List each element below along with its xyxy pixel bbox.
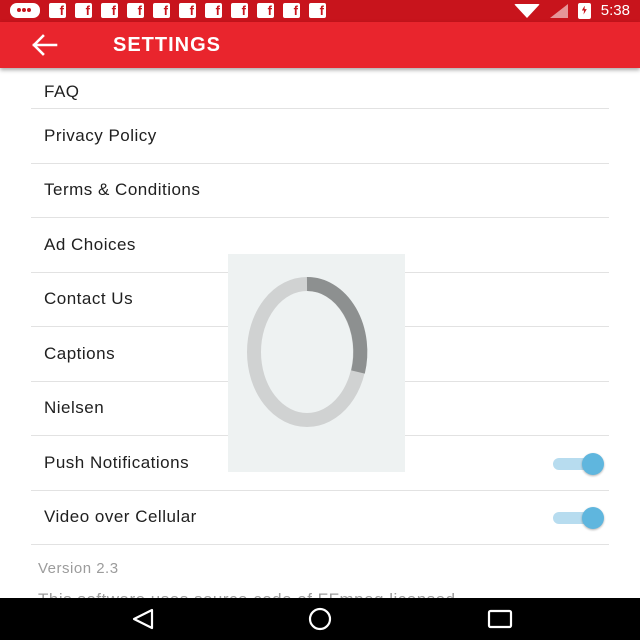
settings-item-label: Push Notifications (44, 452, 190, 472)
settings-item-label: Terms & Conditions (44, 180, 201, 200)
battery-charging-icon (577, 2, 591, 19)
nav-back-button[interactable] (128, 606, 158, 632)
back-triangle-icon (132, 608, 154, 630)
facebook-icon: f (283, 3, 300, 18)
facebook-icon: f (179, 3, 196, 18)
facebook-icon: f (257, 3, 274, 18)
settings-item-label: Video over Cellular (44, 507, 197, 527)
settings-item-privacy-policy[interactable]: Privacy Policy (31, 109, 609, 164)
settings-item-label: Ad Choices (44, 234, 136, 254)
settings-item-label: Privacy Policy (44, 125, 157, 145)
facebook-icon: f (127, 3, 144, 18)
navigation-bar (0, 598, 640, 640)
video-over-cellular-toggle[interactable] (550, 507, 604, 530)
toggle-thumb (582, 452, 604, 475)
facebook-icon: f (49, 3, 66, 18)
cell-signal-icon (549, 3, 568, 18)
facebook-icon: f (153, 3, 170, 18)
app-bar: SETTINGS (0, 22, 640, 68)
message-icon (10, 3, 40, 18)
facebook-icon: f (231, 3, 248, 18)
settings-item-faq[interactable]: FAQ (31, 68, 609, 109)
status-time: 5:38 (600, 2, 630, 19)
nav-recents-button[interactable] (485, 606, 515, 632)
facebook-icon: f (205, 3, 222, 18)
nav-home-button[interactable] (305, 606, 335, 632)
home-circle-icon (308, 607, 332, 631)
loading-overlay (228, 254, 405, 472)
wifi-icon (513, 3, 540, 18)
status-bar: f f f f f f f f f f f 5:38 (0, 0, 640, 22)
toggle-thumb (582, 507, 604, 530)
loading-spinner-icon (247, 276, 368, 427)
system-icons: 5:38 (513, 2, 630, 19)
settings-item-terms-conditions[interactable]: Terms & Conditions (31, 164, 609, 218)
page-title: SETTINGS (113, 34, 222, 56)
push-notifications-toggle[interactable] (550, 452, 604, 475)
settings-item-label: Nielsen (44, 398, 105, 418)
facebook-icon: f (101, 3, 118, 18)
settings-item-label: Captions (44, 343, 116, 363)
back-button[interactable] (30, 30, 60, 60)
settings-item-label: Contact Us (44, 289, 134, 309)
arrow-left-icon (32, 34, 58, 56)
settings-item-label: FAQ (44, 82, 80, 101)
facebook-icon: f (309, 3, 326, 18)
version-text: Version 2.3 (38, 560, 119, 577)
recents-square-icon (487, 609, 513, 629)
notification-icons: f f f f f f f f f f f (10, 3, 326, 18)
facebook-icon: f (75, 3, 92, 18)
settings-item-video-over-cellular[interactable]: Video over Cellular (31, 491, 609, 545)
